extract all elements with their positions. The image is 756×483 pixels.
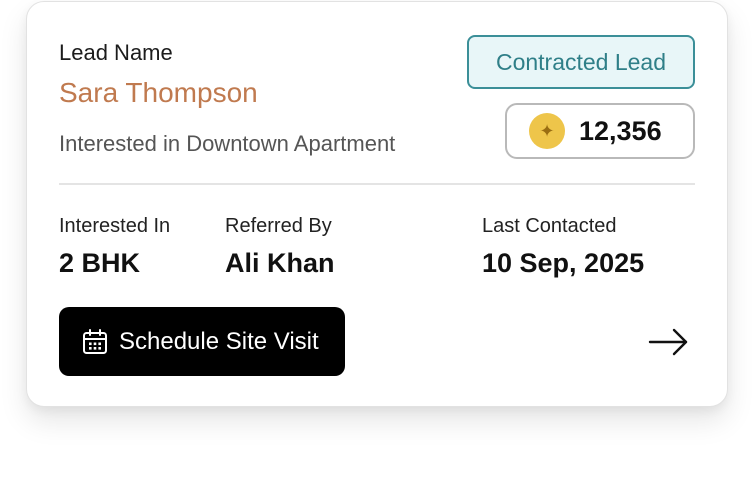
divider (59, 183, 695, 185)
lead-card: Lead Name Sara Thompson Interested in Do… (26, 1, 728, 407)
last-contacted-label: Last Contacted (482, 215, 617, 237)
points-value: 12,356 (579, 115, 662, 146)
arrow-right-icon (648, 328, 688, 356)
schedule-site-visit-button[interactable]: Schedule Site Visit (59, 307, 345, 376)
next-arrow-button[interactable] (647, 324, 691, 360)
interested-in-value: 2 BHK (59, 248, 141, 278)
schedule-site-visit-label: Schedule Site Visit (119, 327, 319, 355)
status-badge: Contracted Lead (467, 35, 695, 89)
calendar-icon (83, 328, 107, 354)
lead-name: Sara Thompson (59, 77, 258, 108)
interested-in-label: Interested In (59, 215, 171, 237)
referred-by-value: Ali Khan (225, 248, 335, 278)
lead-interest-text: Interested in Downtown Apartment (59, 131, 396, 156)
last-contacted-value: 10 Sep, 2025 (482, 248, 645, 278)
points-badge: ✦ 12,356 (505, 103, 695, 159)
coin-icon: ✦ (529, 113, 565, 149)
lead-name-label: Lead Name (59, 40, 173, 65)
referred-by-label: Referred By (225, 215, 332, 237)
